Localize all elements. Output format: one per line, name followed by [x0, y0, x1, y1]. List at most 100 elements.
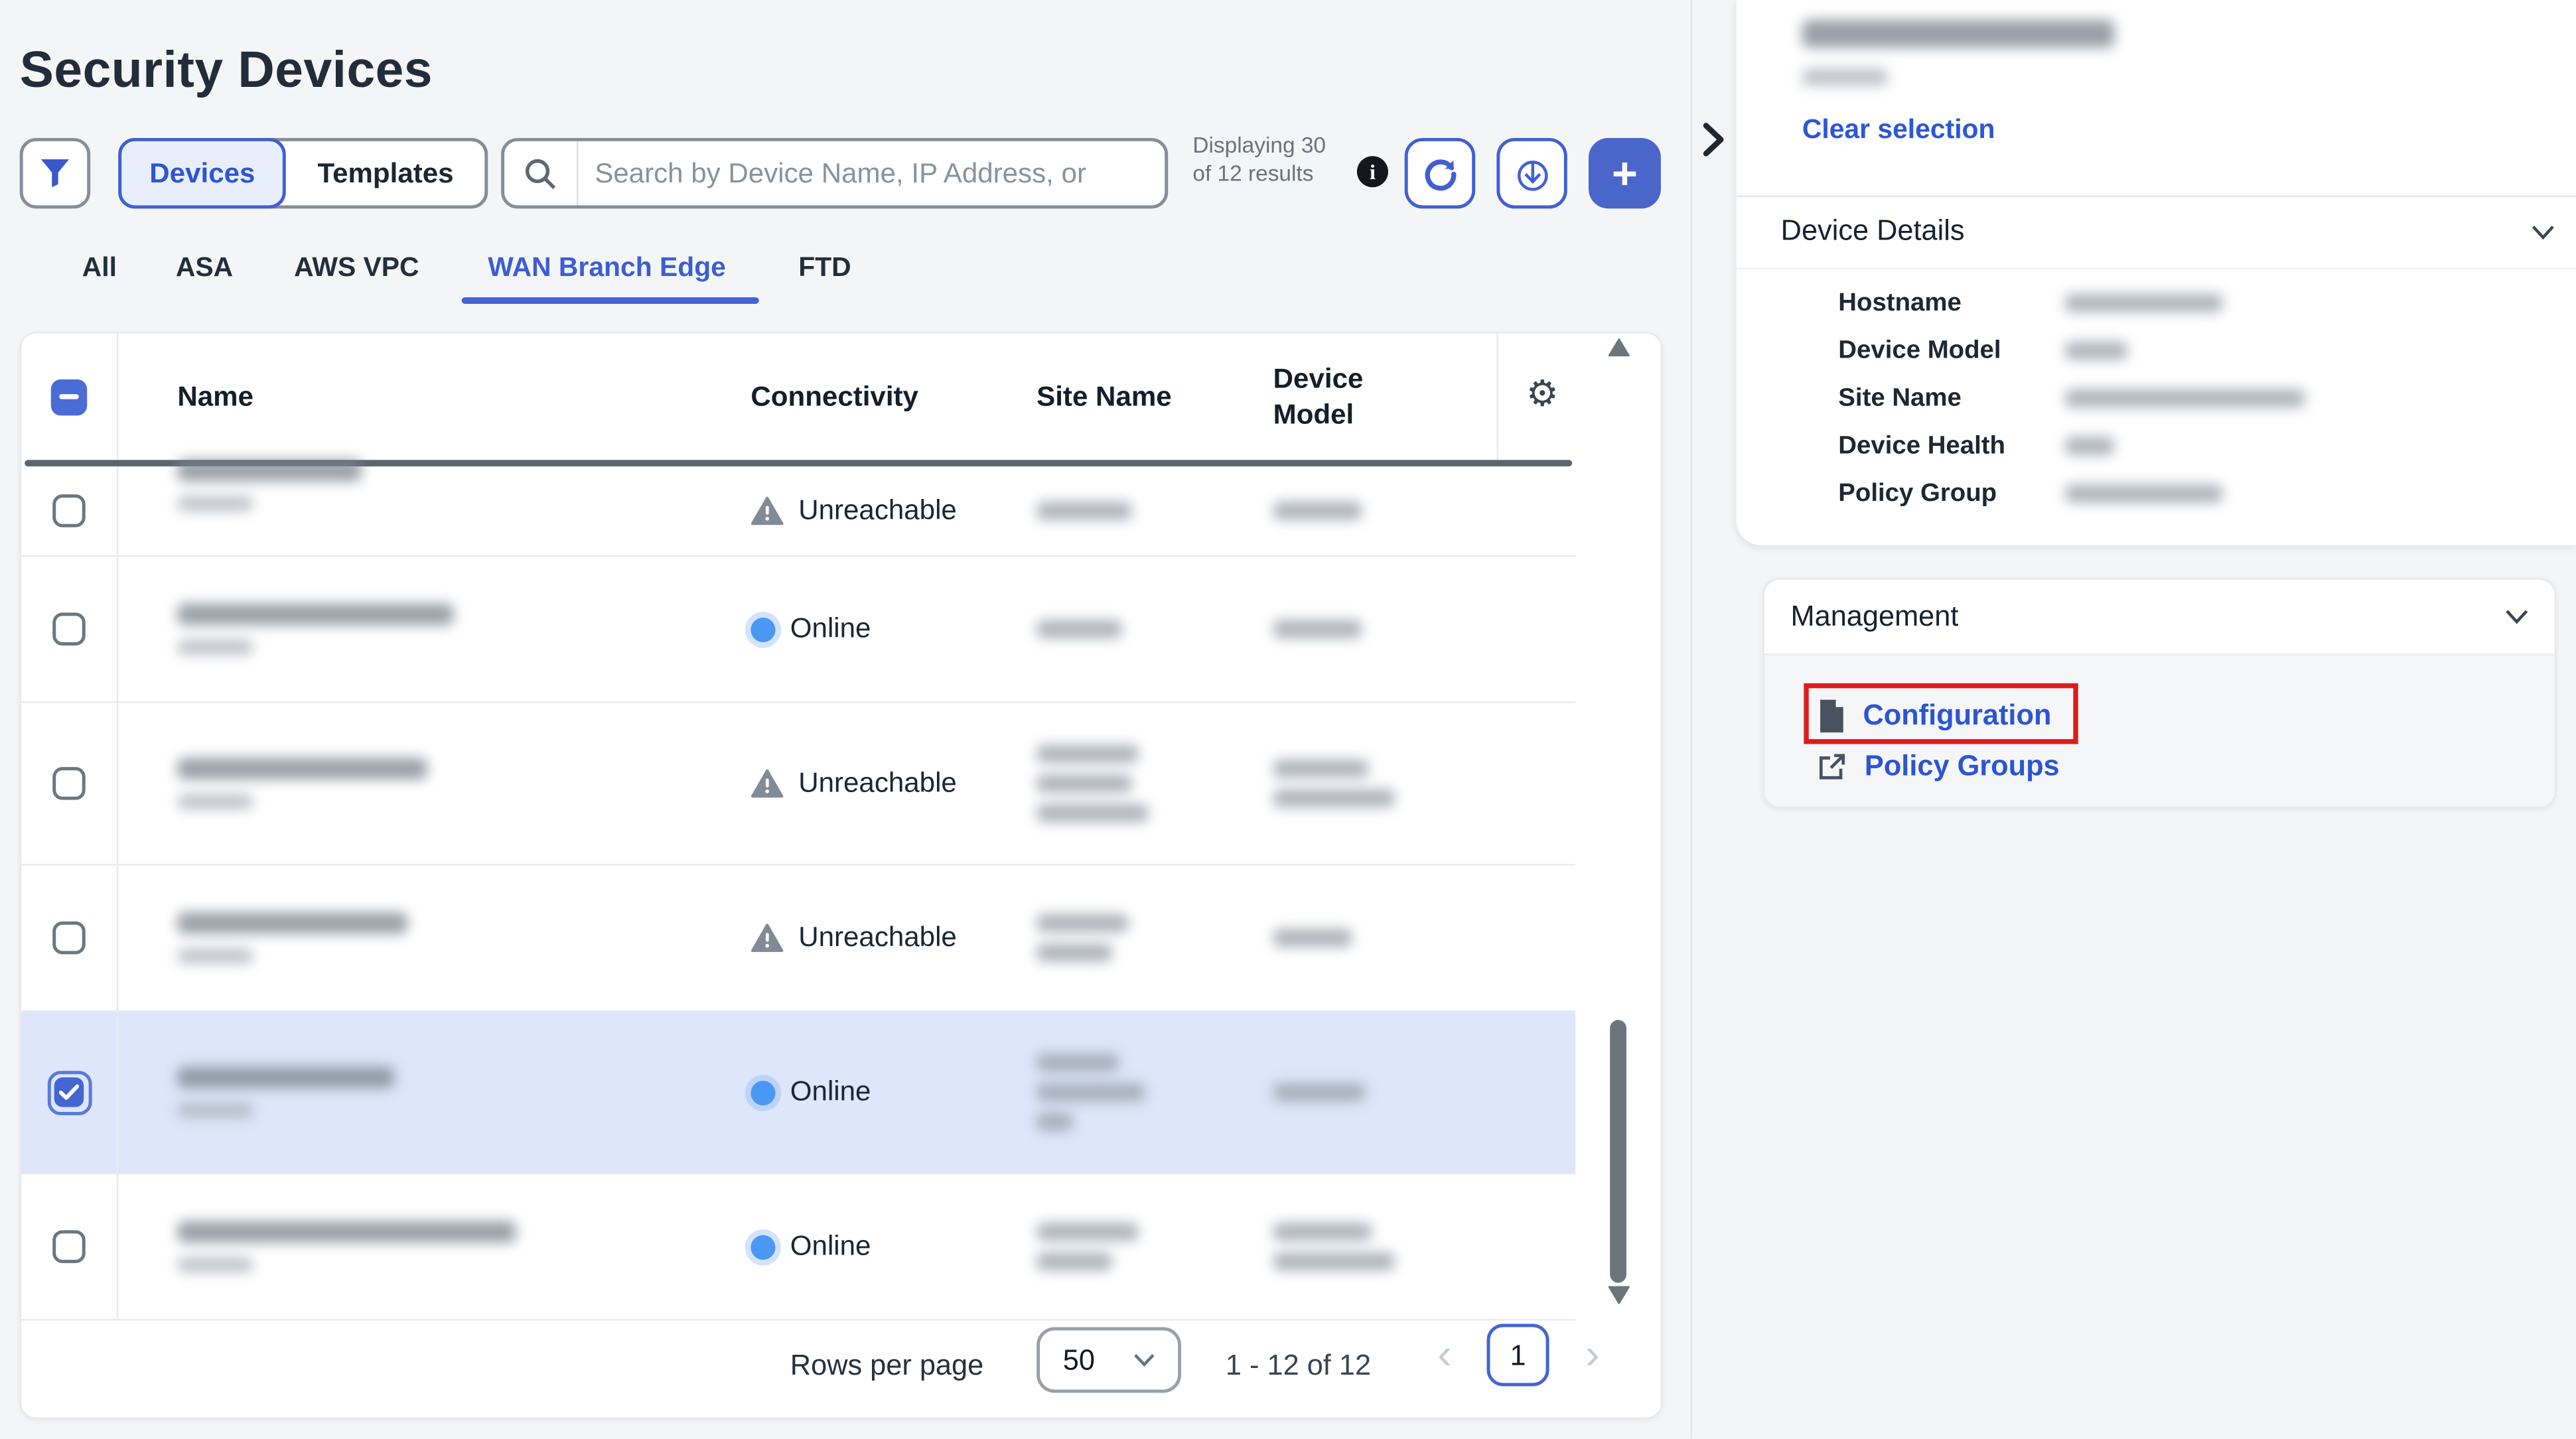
connectivity-status-text: Online — [790, 1076, 871, 1109]
search-input[interactable] — [578, 157, 1165, 190]
device-name-redacted — [177, 1221, 516, 1272]
device-name-redacted — [177, 604, 453, 655]
configuration-link[interactable]: Configuration — [1819, 698, 2052, 732]
table-row[interactable]: Unreachable — [21, 466, 1575, 557]
info-icon[interactable]: i — [1357, 156, 1388, 187]
row-checkbox-checked[interactable] — [47, 1070, 92, 1115]
current-page-button[interactable]: 1 — [1487, 1324, 1549, 1386]
redacted-text — [177, 1257, 253, 1272]
row-checkbox-cell — [21, 1012, 118, 1173]
redacted-text — [1273, 502, 1362, 519]
column-header-site[interactable]: Site Name — [1037, 334, 1172, 460]
rows-per-page-select[interactable]: 50 — [1037, 1327, 1181, 1393]
row-checkbox-cell — [21, 466, 118, 555]
redacted-text — [1037, 502, 1132, 519]
table-row[interactable]: Online — [21, 1174, 1575, 1320]
previous-page-icon[interactable]: ‹ — [1437, 1329, 1451, 1380]
results-count: Displaying 30 of 12 results — [1192, 131, 1334, 188]
redacted-text — [1037, 914, 1129, 932]
detail-label: Site Name — [1838, 384, 1962, 412]
site-name-redacted — [1037, 608, 1122, 650]
connectivity-cell: Unreachable — [751, 767, 956, 800]
redacted-text — [1037, 1253, 1112, 1270]
row-checkbox-cell — [21, 557, 118, 701]
select-all-checkbox[interactable] — [51, 379, 87, 415]
selected-device-name-redacted — [1802, 20, 2114, 48]
divider — [1737, 196, 2576, 197]
policy-groups-label: Policy Groups — [1865, 749, 2060, 784]
tab-ftd[interactable]: FTD — [798, 253, 851, 284]
row-checkbox[interactable] — [52, 494, 86, 527]
redacted-text — [177, 1067, 394, 1088]
app-root: Security Devices Devices Templates Displ… — [0, 0, 2576, 1439]
clear-selection-link[interactable]: Clear selection — [1802, 115, 1995, 146]
scrollbar-thumb[interactable] — [1610, 1020, 1626, 1282]
device-model-redacted — [1273, 748, 1395, 819]
rows-per-page-value: 50 — [1063, 1343, 1095, 1377]
search-icon — [504, 141, 578, 206]
redacted-text — [2065, 437, 2114, 455]
tab-wan-branch-edge[interactable]: WAN Branch Edge — [488, 253, 726, 284]
download-button[interactable] — [1496, 138, 1567, 208]
table-settings-gear-icon[interactable]: ⚙ — [1526, 373, 1559, 415]
management-collapse-icon[interactable] — [2505, 609, 2528, 624]
scrollbar-down-icon[interactable] — [1609, 1286, 1630, 1304]
redacted-text — [1037, 943, 1112, 961]
filter-button[interactable] — [20, 138, 90, 208]
refresh-button[interactable] — [1405, 138, 1475, 208]
redacted-text — [1037, 774, 1132, 792]
redacted-text — [1273, 789, 1395, 807]
table-row[interactable]: Online — [21, 1012, 1575, 1174]
pagination-range: 1 - 12 of 12 — [1226, 1349, 1371, 1383]
online-status-icon — [751, 1080, 775, 1105]
add-device-button[interactable]: + — [1589, 138, 1661, 208]
row-checkbox[interactable] — [52, 1230, 86, 1263]
document-icon — [1819, 699, 1845, 732]
redacted-text — [1037, 804, 1148, 822]
redacted-text — [177, 640, 253, 654]
table-row[interactable]: Online — [21, 557, 1575, 703]
chevron-down-icon — [1133, 1353, 1155, 1367]
table-row[interactable]: Unreachable — [21, 866, 1575, 1012]
device-details-collapse-icon[interactable] — [2532, 225, 2555, 240]
table-row[interactable]: Unreachable — [21, 703, 1575, 866]
redacted-text — [177, 1221, 516, 1243]
site-name-redacted — [1037, 1042, 1145, 1142]
table-footer: Rows per page 50 1 - 12 of 12 ‹ 1 › — [21, 1312, 1661, 1417]
column-header-model[interactable]: Device Model — [1273, 334, 1431, 460]
download-icon — [1512, 153, 1551, 192]
detail-label: Device Model — [1838, 337, 2001, 365]
next-page-icon[interactable]: › — [1585, 1329, 1599, 1380]
tab-all[interactable]: All — [82, 253, 117, 284]
management-section-title: Management — [1791, 600, 1959, 634]
toggle-devices[interactable]: Devices — [118, 138, 286, 208]
redacted-text — [1037, 1054, 1119, 1071]
column-header-name[interactable]: Name — [177, 334, 253, 460]
tab-asa[interactable]: ASA — [176, 253, 233, 284]
redacted-text — [1037, 1083, 1145, 1101]
device-model-redacted — [1273, 1211, 1395, 1282]
redacted-text — [177, 758, 427, 780]
scrollbar-up-icon[interactable] — [1609, 338, 1630, 356]
redacted-text — [177, 912, 407, 933]
device-summary-card: Clear selection Device Details HostnameD… — [1735, 0, 2576, 545]
row-checkbox[interactable] — [52, 767, 86, 800]
redacted-text — [1037, 745, 1138, 763]
redacted-text — [177, 794, 253, 809]
policy-groups-link[interactable]: Policy Groups — [1817, 749, 2060, 784]
redacted-text — [1273, 1223, 1372, 1241]
redacted-text — [177, 1103, 253, 1117]
online-status-icon — [751, 1234, 775, 1259]
toggle-templates[interactable]: Templates — [286, 141, 484, 206]
row-checkbox[interactable] — [52, 612, 86, 646]
warning-status-icon — [751, 923, 784, 953]
tab-aws-vpc[interactable]: AWS VPC — [294, 253, 419, 284]
connectivity-cell: Online — [751, 612, 871, 646]
detail-row: Site Name — [1838, 384, 1962, 414]
detail-row: Device Health — [1838, 432, 2005, 462]
column-header-connectivity[interactable]: Connectivity — [751, 334, 918, 460]
row-checkbox[interactable] — [52, 922, 86, 955]
collapse-panel-button[interactable] — [1702, 121, 1725, 157]
connectivity-status-text: Unreachable — [798, 494, 957, 527]
row-checkbox-cell — [21, 703, 118, 864]
